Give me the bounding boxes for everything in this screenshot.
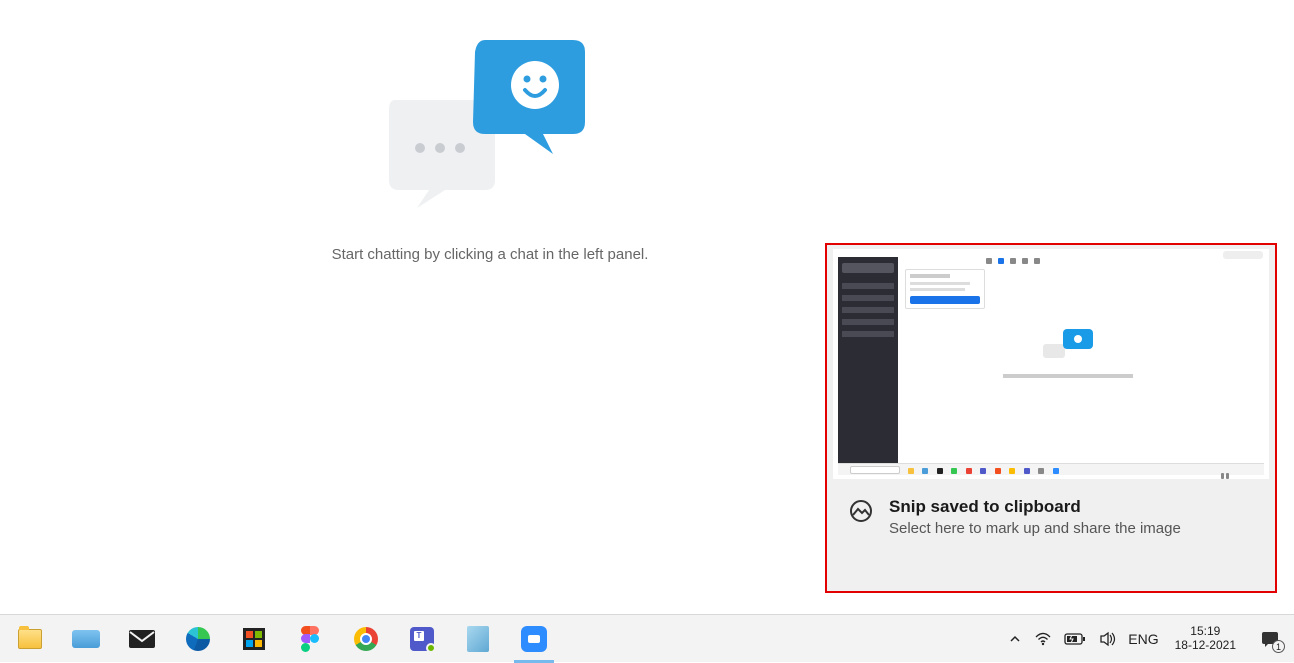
wifi-icon xyxy=(1034,630,1052,648)
tray-overflow-chevron[interactable] xyxy=(1002,615,1028,662)
snip-app-icon xyxy=(849,499,873,528)
taskbar-chrome[interactable] xyxy=(338,615,394,663)
keyboard-icon xyxy=(72,625,100,653)
taskbar-pinned-apps: T xyxy=(0,615,562,663)
preview-blue-bubble xyxy=(1063,329,1093,349)
taskbar-file-explorer[interactable] xyxy=(2,615,58,663)
chat-bubbles-illustration xyxy=(375,30,605,210)
taskbar-mail[interactable] xyxy=(114,615,170,663)
chrome-icon xyxy=(352,625,380,653)
tray-clock[interactable]: 15:19 18-12-2021 xyxy=(1165,615,1246,662)
preview-sidebar xyxy=(838,257,898,471)
battery-icon xyxy=(1064,632,1086,646)
toast-title: Snip saved to clipboard xyxy=(889,497,1251,517)
taskbar-edge[interactable] xyxy=(170,615,226,663)
preview-card xyxy=(905,269,985,309)
toast-description: Select here to mark up and share the ima… xyxy=(889,519,1251,539)
mail-icon xyxy=(128,625,156,653)
snip-notification-toast[interactable]: Snip saved to clipboard Select here to m… xyxy=(825,243,1277,593)
windows-taskbar: T ENG 15:19 18-12-2021 xyxy=(0,614,1294,662)
snip-preview-thumbnail xyxy=(833,249,1269,479)
preview-grey-bubble xyxy=(1043,344,1065,358)
tray-date: 18-12-2021 xyxy=(1175,639,1236,653)
taskbar-notepad[interactable] xyxy=(450,615,506,663)
file-explorer-icon xyxy=(16,625,44,653)
taskbar-teams[interactable]: T xyxy=(394,615,450,663)
taskbar-zoom[interactable] xyxy=(506,615,562,663)
preview-caption xyxy=(1003,374,1133,378)
tray-language[interactable]: ENG xyxy=(1122,615,1164,662)
tray-time: 15:19 xyxy=(1190,625,1220,639)
teams-icon: T xyxy=(408,625,436,653)
preview-taskbar xyxy=(838,463,1264,475)
system-tray: ENG 15:19 18-12-2021 1 xyxy=(1002,615,1294,662)
tray-wifi[interactable] xyxy=(1028,615,1058,662)
tray-action-center[interactable]: 1 xyxy=(1246,615,1294,662)
toast-body[interactable]: Snip saved to clipboard Select here to m… xyxy=(827,479,1275,591)
preview-search xyxy=(1223,251,1263,259)
taskbar-figma[interactable] xyxy=(282,615,338,663)
taskbar-on-screen-keyboard[interactable] xyxy=(58,615,114,663)
tray-battery[interactable] xyxy=(1058,615,1092,662)
notepad-icon xyxy=(464,625,492,653)
figma-icon xyxy=(296,625,324,653)
taskbar-microsoft-store[interactable] xyxy=(226,615,282,663)
notification-badge: 1 xyxy=(1272,640,1285,653)
chevron-up-icon xyxy=(1008,632,1022,646)
speaker-icon xyxy=(1098,630,1116,648)
preview-topbar xyxy=(983,251,1219,261)
tray-volume[interactable] xyxy=(1092,615,1122,662)
zoom-icon xyxy=(520,625,548,653)
toast-text: Snip saved to clipboard Select here to m… xyxy=(889,497,1251,539)
edge-icon xyxy=(184,625,212,653)
store-icon xyxy=(240,625,268,653)
